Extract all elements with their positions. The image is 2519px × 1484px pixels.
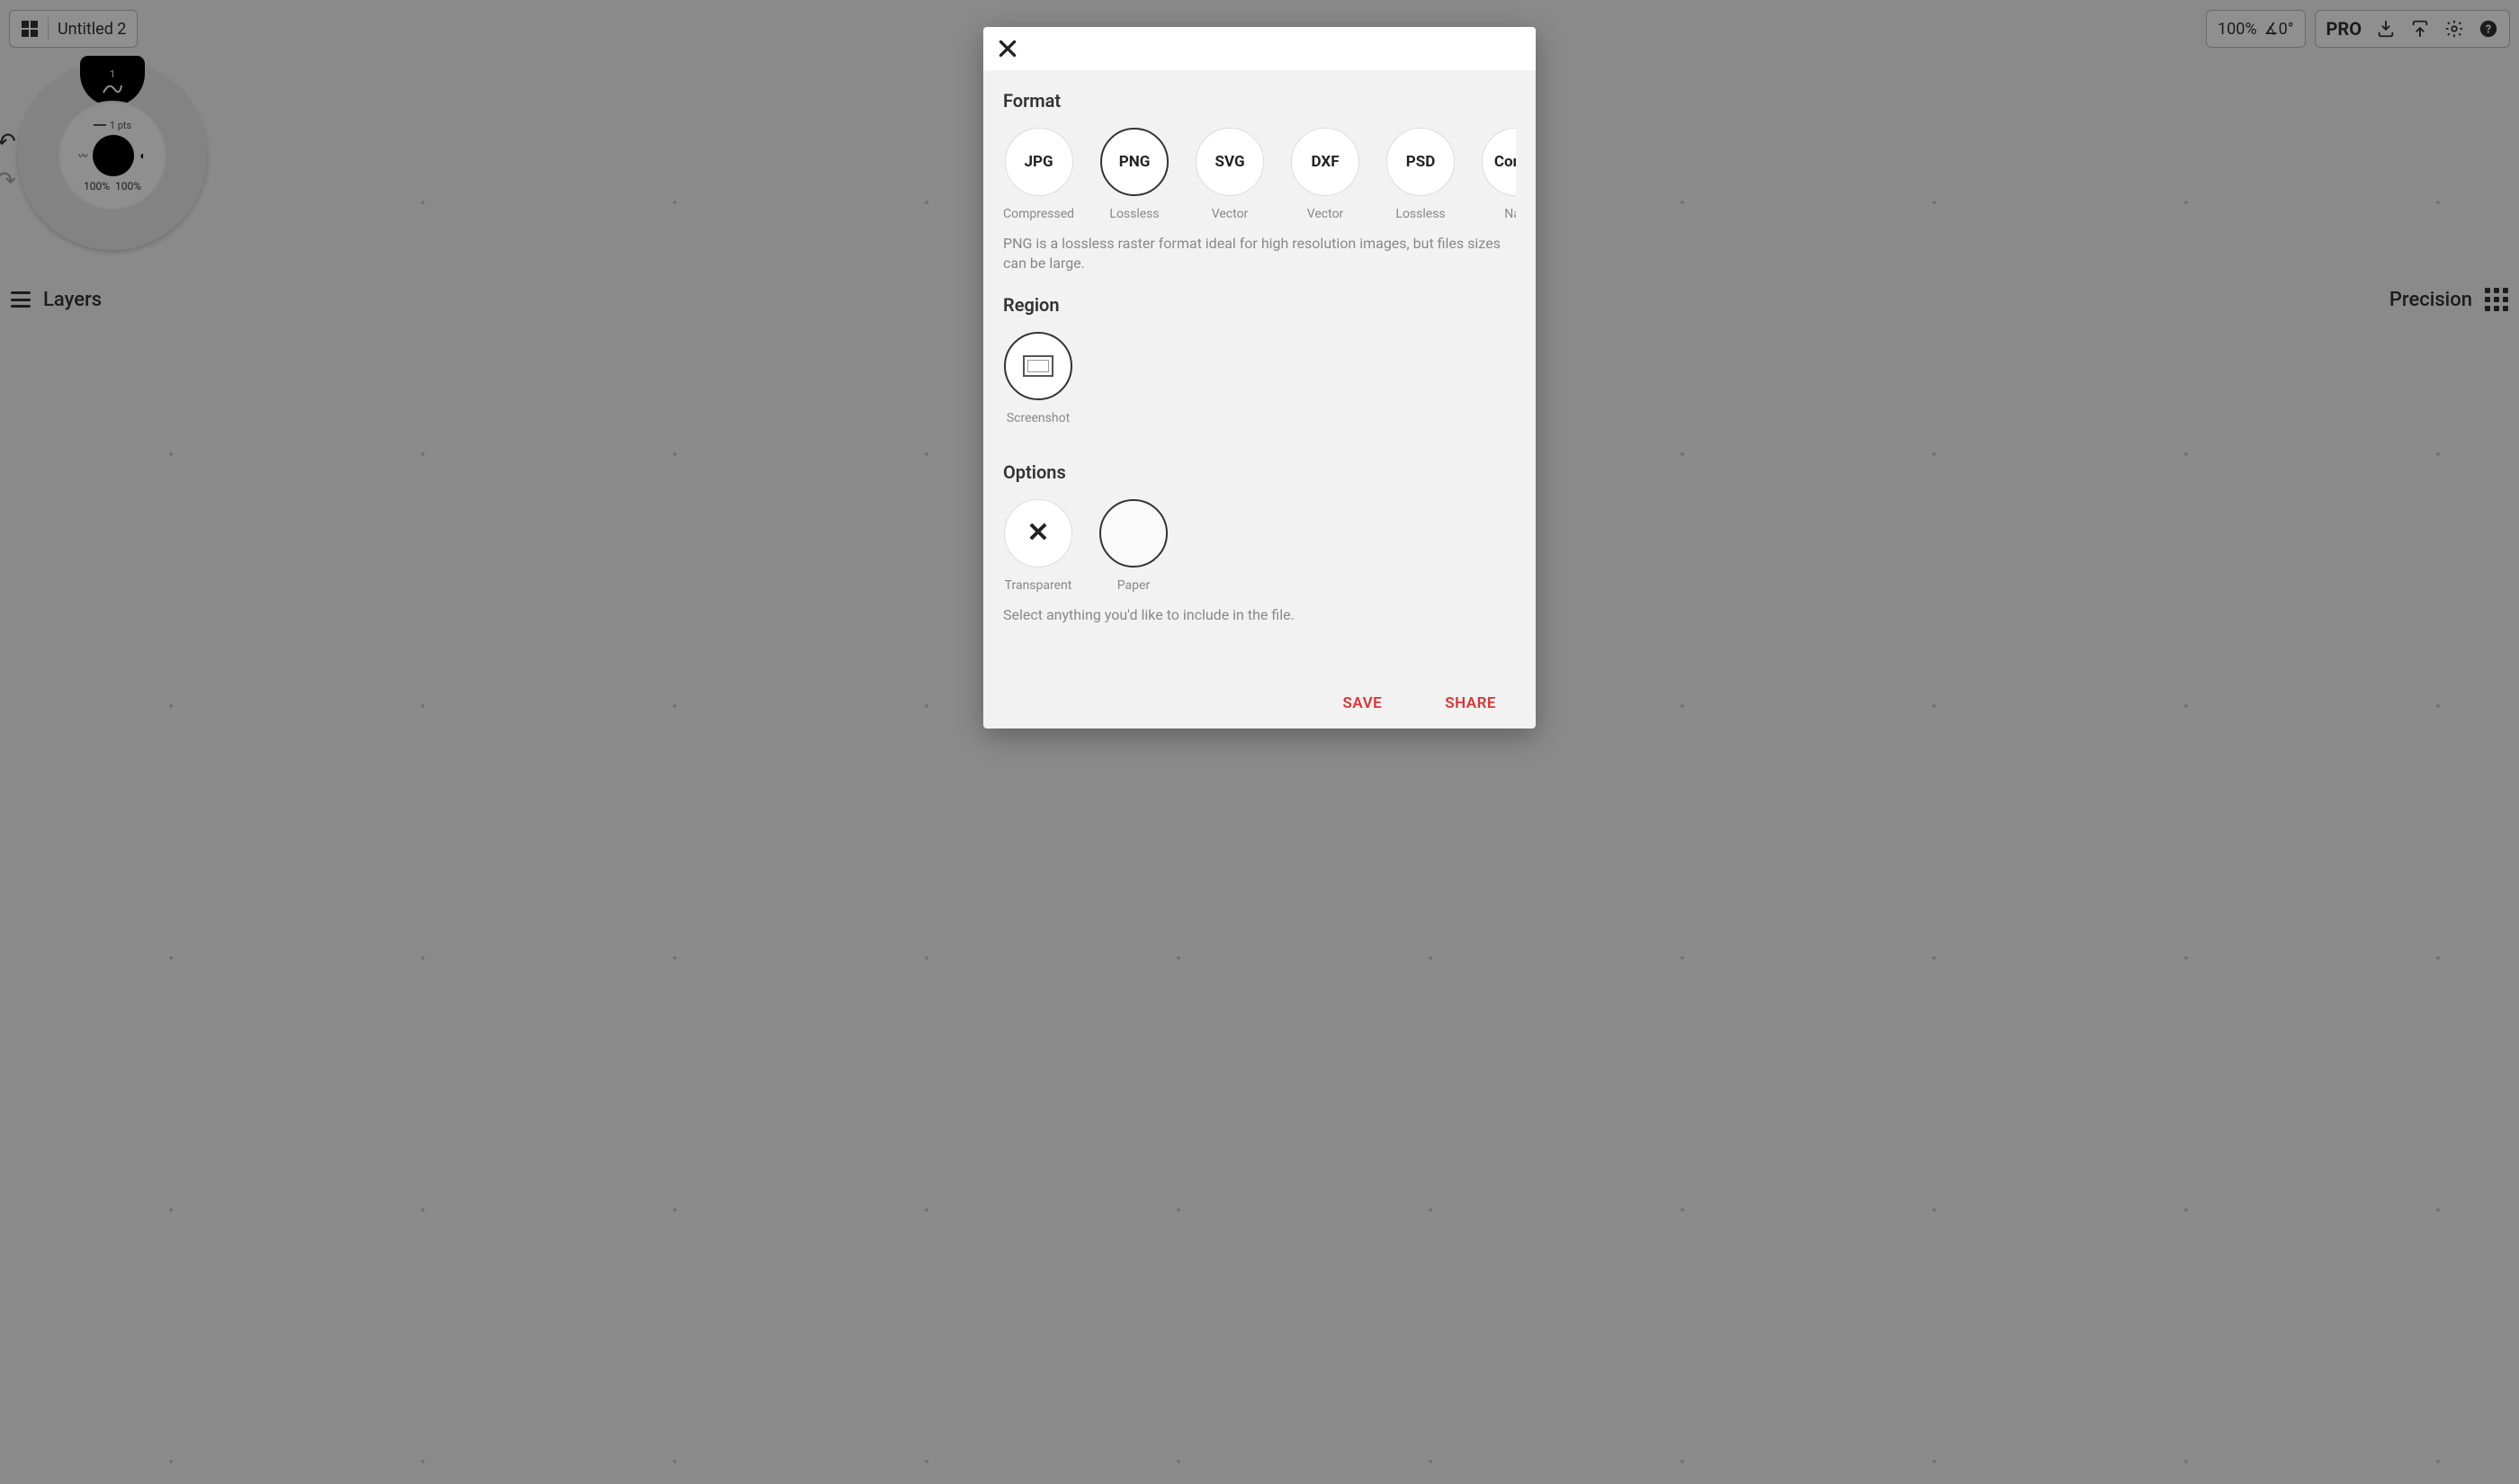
share-button[interactable]: SHARE [1445, 694, 1496, 712]
dialog-body: Format JPG Compressed PNG Lossless SVG V… [983, 70, 1536, 678]
format-section-title: Format [1003, 90, 1516, 112]
option-paper[interactable]: Paper [1098, 499, 1169, 593]
format-dxf-circle[interactable]: DXF [1291, 128, 1359, 196]
save-button[interactable]: SAVE [1343, 694, 1383, 712]
format-svg-label: Vector [1212, 207, 1249, 221]
format-psd[interactable]: PSD Lossless [1385, 128, 1456, 221]
format-dxf[interactable]: DXF Vector [1290, 128, 1360, 221]
format-description: PNG is a lossless raster format ideal fo… [1003, 234, 1516, 274]
format-concepts-circle[interactable]: Conce [1482, 128, 1516, 196]
option-transparent[interactable]: ✕ Transparent [1003, 499, 1073, 593]
format-options-row: JPG Compressed PNG Lossless SVG Vector D… [1003, 128, 1516, 221]
format-dxf-label: Vector [1307, 207, 1344, 221]
screenshot-icon [1023, 355, 1053, 377]
option-paper-label: Paper [1117, 578, 1150, 593]
format-jpg-label: Compressed [1003, 207, 1074, 221]
region-screenshot-circle[interactable] [1004, 332, 1072, 400]
option-transparent-label: Transparent [1005, 578, 1072, 593]
format-svg[interactable]: SVG Vector [1195, 128, 1265, 221]
region-screenshot-label: Screenshot [1007, 411, 1070, 425]
format-concepts[interactable]: Conce Nati [1481, 128, 1516, 221]
options-row: ✕ Transparent Paper [1003, 499, 1516, 593]
format-png[interactable]: PNG Lossless [1099, 128, 1170, 221]
region-section-title: Region [1003, 294, 1516, 316]
export-dialog: Format JPG Compressed PNG Lossless SVG V… [983, 27, 1536, 729]
option-paper-circle[interactable] [1099, 499, 1168, 568]
format-png-label: Lossless [1109, 207, 1159, 221]
region-screenshot[interactable]: Screenshot [1003, 332, 1073, 425]
format-concepts-label: Nati [1504, 207, 1516, 221]
close-icon[interactable] [996, 37, 1019, 60]
x-icon: ✕ [1026, 517, 1049, 549]
dialog-header [983, 27, 1536, 70]
format-png-circle[interactable]: PNG [1100, 128, 1169, 196]
format-jpg-circle[interactable]: JPG [1005, 128, 1073, 196]
format-psd-label: Lossless [1395, 207, 1445, 221]
dialog-footer: SAVE SHARE [983, 678, 1536, 729]
region-options-row: Screenshot [1003, 332, 1516, 425]
options-section-title: Options [1003, 461, 1516, 483]
option-transparent-circle[interactable]: ✕ [1004, 499, 1072, 568]
options-description: Select anything you'd like to include in… [1003, 605, 1516, 625]
format-psd-circle[interactable]: PSD [1386, 128, 1455, 196]
format-jpg[interactable]: JPG Compressed [1003, 128, 1074, 221]
format-svg-circle[interactable]: SVG [1196, 128, 1264, 196]
